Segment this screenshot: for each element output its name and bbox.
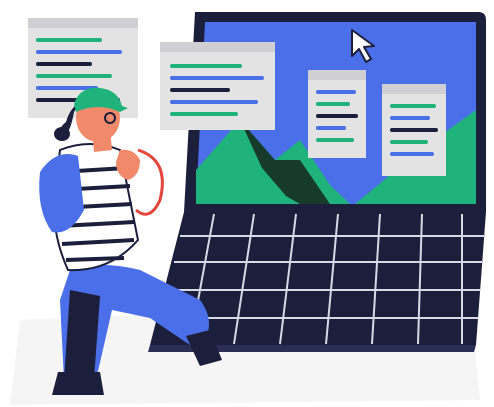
floating-panel-3 [308, 70, 366, 158]
accent-squiggle [135, 148, 164, 216]
person-boot-left [52, 372, 104, 395]
floating-panel-2 [160, 42, 275, 130]
illustration [10, 12, 486, 405]
person-pants-shadow [64, 290, 100, 380]
floating-panel-4 [382, 84, 446, 176]
person-hair-bun [54, 127, 70, 141]
